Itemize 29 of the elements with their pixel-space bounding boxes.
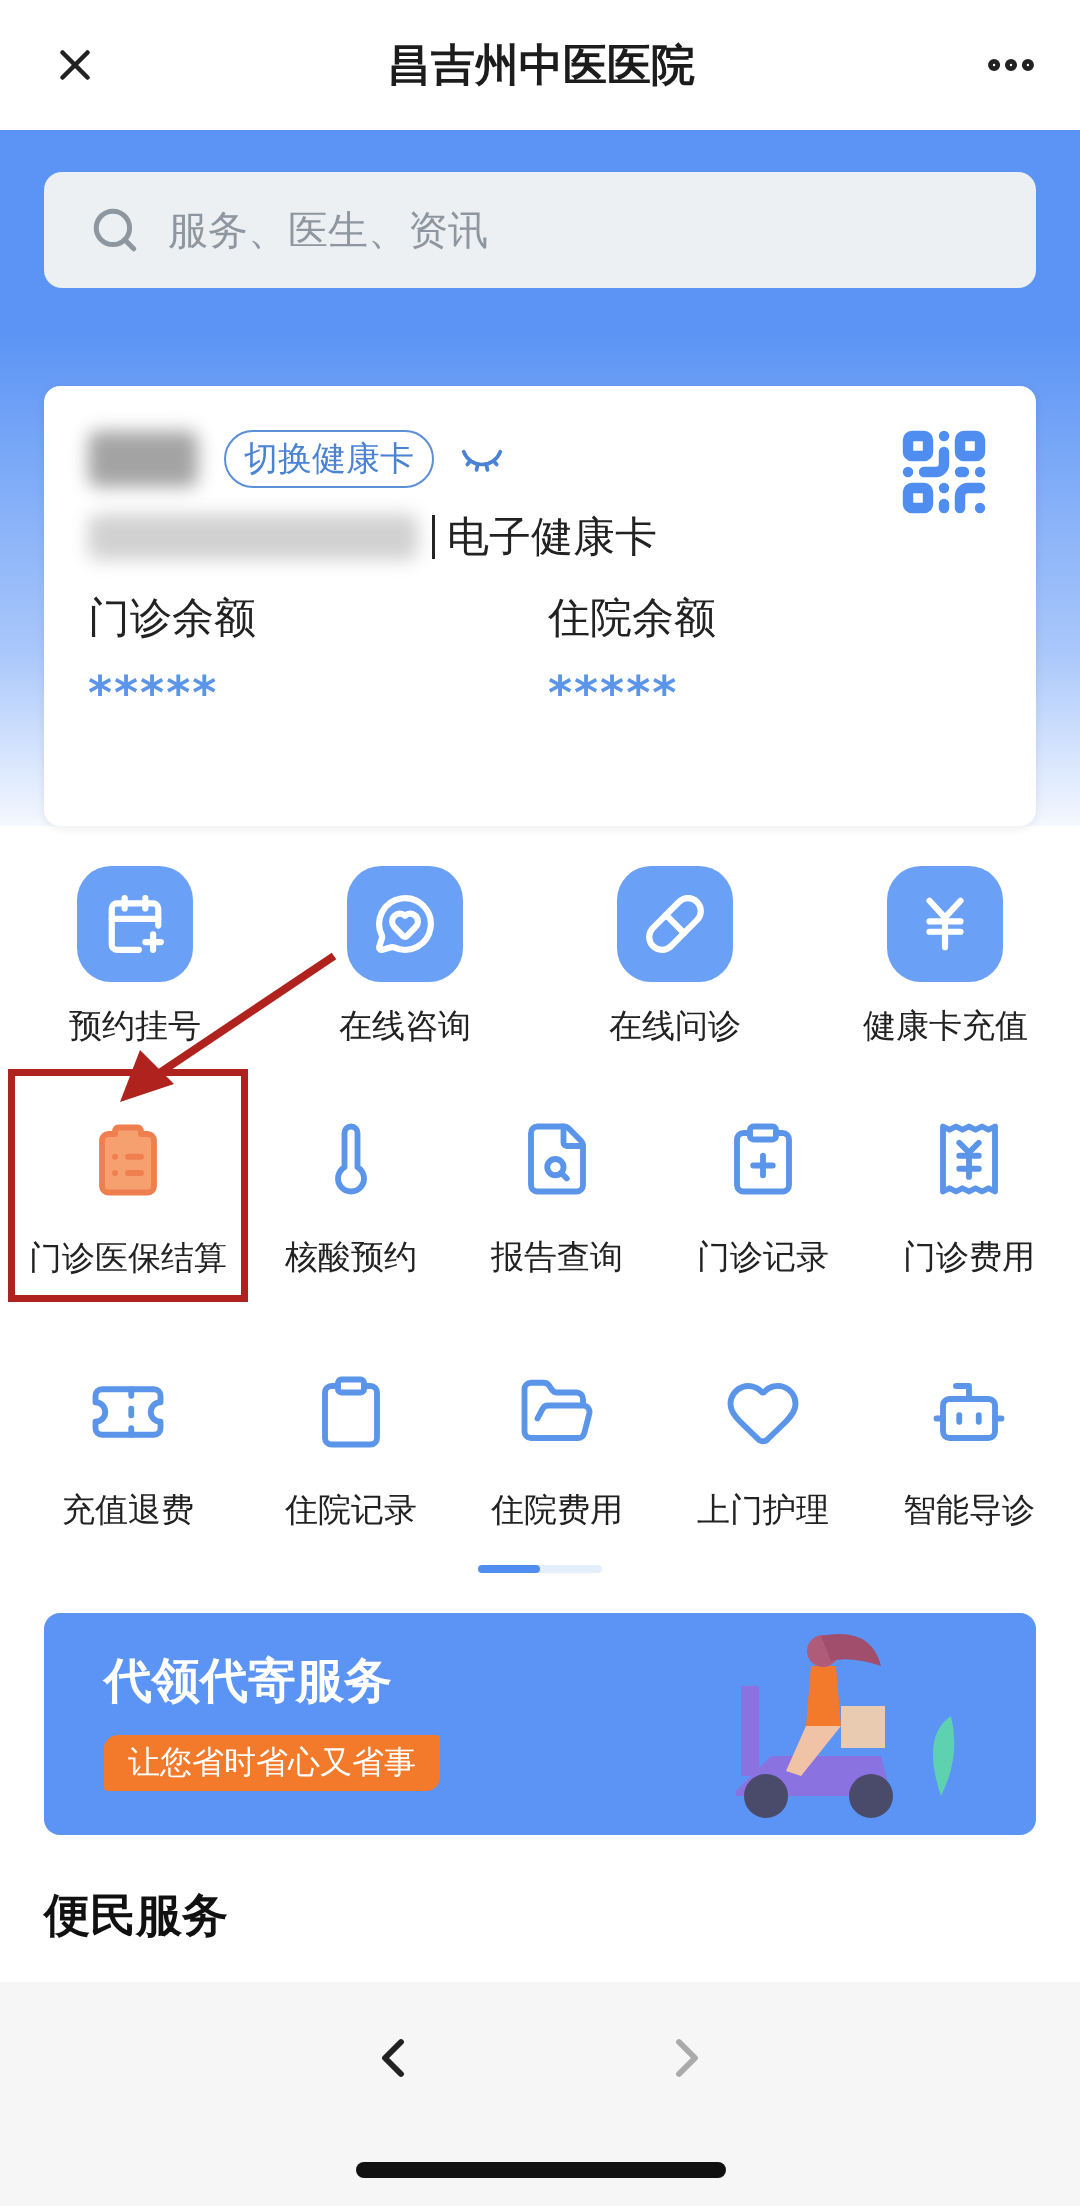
service-label[interactable]: 核酸预约 xyxy=(285,1235,417,1280)
service-label[interactable]: 健康卡充值 xyxy=(862,1004,1028,1049)
balance-label: 门诊余额 xyxy=(88,592,257,644)
section-heading: 便民服务 xyxy=(42,1887,229,1944)
service-label[interactable]: 住院记录 xyxy=(285,1488,417,1533)
service-label[interactable]: 门诊记录 xyxy=(697,1235,829,1280)
service-label[interactable]: 在线咨询 xyxy=(339,1004,471,1049)
switch-card-button[interactable]: 切换健康卡 xyxy=(224,430,434,488)
balance-label: 住院余额 xyxy=(548,592,717,644)
service-label[interactable]: 预约挂号 xyxy=(69,1004,201,1049)
service-label[interactable]: 智能导诊 xyxy=(903,1488,1035,1533)
service-label[interactable]: 门诊医保结算 xyxy=(29,1236,227,1281)
service-label[interactable]: 充值退费 xyxy=(62,1488,194,1533)
yen-icon[interactable] xyxy=(887,866,1003,982)
page-title: 昌吉州中医医院 xyxy=(387,37,695,92)
service-label[interactable]: 住院费用 xyxy=(491,1488,623,1533)
search-bar[interactable]: 服务、医生、资讯 xyxy=(44,172,1036,288)
calendar-plus-icon[interactable] xyxy=(77,866,193,982)
search-field[interactable]: 服务、医生、资讯 xyxy=(166,206,990,254)
service-label[interactable]: 上门护理 xyxy=(697,1488,829,1533)
banner-title: 代领代寄服务 xyxy=(104,1651,393,1710)
balance-value: ***** xyxy=(548,666,680,720)
service-label[interactable]: 在线问诊 xyxy=(609,1004,741,1049)
banner-subtitle: 让您省时省心又省事 xyxy=(104,1735,440,1791)
chat-heart-icon[interactable] xyxy=(347,866,463,982)
service-label[interactable]: 门诊费用 xyxy=(903,1235,1035,1280)
service-label[interactable]: 报告查询 xyxy=(491,1235,623,1280)
balance-value: ***** xyxy=(88,666,220,720)
card-type: 电子健康卡 xyxy=(432,515,657,559)
